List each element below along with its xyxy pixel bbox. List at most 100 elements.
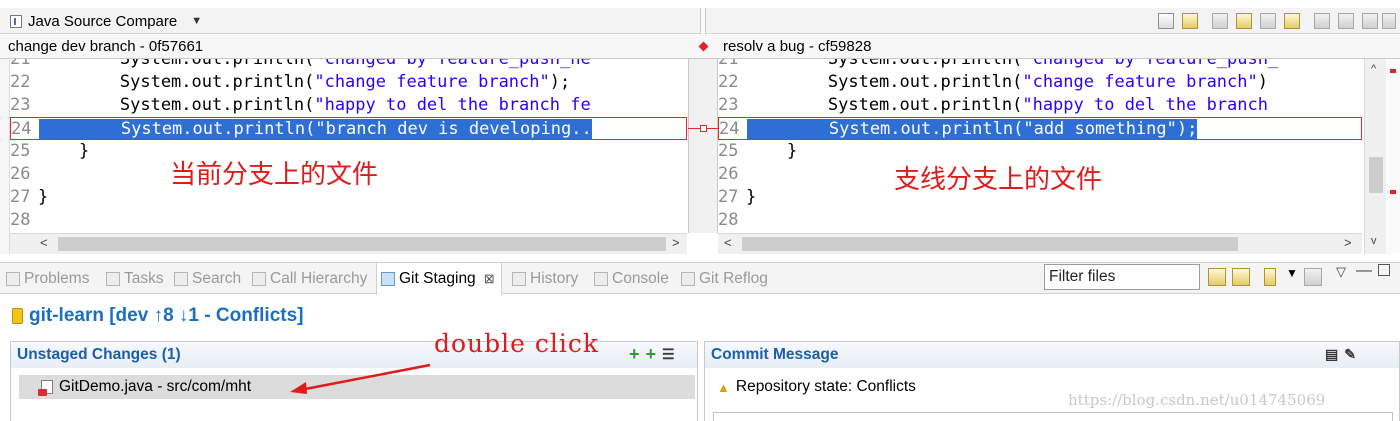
right-code-pane[interactable]: 21 System.out.println("changed by featur… — [718, 59, 1362, 233]
tab-label: Search — [192, 270, 242, 287]
string-literal: "happy to del the branch — [1022, 95, 1268, 115]
conflict-code-line[interactable]: 24 System.out.println("add something"); — [718, 117, 1362, 140]
commit-message-input[interactable] — [713, 412, 1393, 421]
tab-label: History — [530, 270, 579, 287]
conflict-indicator — [688, 35, 718, 59]
show-structure-icon[interactable] — [1158, 13, 1174, 29]
string-literal: "change feature branch" — [1022, 72, 1258, 92]
diff-connector-box[interactable] — [700, 125, 707, 132]
vertical-scroll-thumb[interactable] — [1369, 157, 1383, 193]
left-pane-header: change dev branch - 0f57661 — [0, 35, 688, 59]
commit-message-header: Commit Message ▤ ✎ — [705, 342, 1399, 368]
string-literal: "changed by feature_push_he — [314, 59, 591, 69]
code-line[interactable]: 28 — [10, 209, 687, 232]
copy-all-left-to-right-icon[interactable] — [1212, 13, 1228, 29]
sort-list-icon[interactable]: ☰ — [662, 346, 675, 363]
repository-state-label: Repository state: Conflicts — [735, 378, 916, 395]
commit-message-title: Commit Message — [711, 346, 839, 363]
previous-difference-icon[interactable] — [1338, 13, 1354, 29]
scroll-left-arrow-icon[interactable]: < — [724, 235, 732, 250]
code-line[interactable]: 23 System.out.println("happy to del the … — [718, 94, 1362, 117]
line-number: 23 — [718, 95, 739, 115]
tab-label: Console — [612, 270, 669, 287]
next-difference-icon[interactable] — [1314, 13, 1330, 29]
next-change-icon[interactable] — [1362, 13, 1378, 29]
code-text: System.out.println("change feature branc… — [746, 72, 1268, 92]
scroll-left-arrow-icon[interactable]: < — [40, 235, 48, 250]
diff-overview-ruler[interactable] — [1386, 59, 1400, 254]
code-text: System.out.println("happy to del the bra… — [38, 95, 591, 115]
overview-conflict-mark[interactable] — [1390, 69, 1396, 73]
chevron-down-icon[interactable]: ▼ — [191, 15, 202, 27]
tab-problems[interactable]: Problems — [6, 263, 89, 295]
code-line[interactable]: 22 System.out.println("change feature br… — [10, 71, 687, 94]
copy-all-right-to-left-icon[interactable] — [1260, 13, 1276, 29]
code-line[interactable]: 21 System.out.println("changed by featur… — [718, 59, 1362, 71]
search-icon — [174, 272, 188, 286]
add-selected-icon[interactable]: + — [629, 345, 640, 363]
compare-editor-title: Java Source Compare — [28, 12, 178, 30]
code-text: } — [746, 141, 798, 161]
link-selection-icon[interactable] — [1232, 268, 1250, 286]
left-code-pane[interactable]: 21 System.out.println("changed by featur… — [10, 59, 687, 233]
string-literal: "change feature branch" — [314, 72, 550, 92]
copy-right-to-left-icon[interactable] — [1284, 13, 1300, 29]
previous-change-icon[interactable] — [1382, 13, 1396, 29]
problems-icon — [6, 272, 20, 286]
scroll-down-arrow-icon[interactable]: v — [1371, 235, 1377, 247]
right-pane-header: resolv a bug - cf59828 — [718, 35, 1400, 59]
tab-git-reflog[interactable]: Git Reflog — [681, 263, 768, 295]
right-horizontal-scrollbar[interactable]: < > — [718, 233, 1362, 254]
line-number: 23 — [10, 95, 31, 115]
conflict-code-line[interactable]: 24 System.out.println("branch dev is dev… — [10, 117, 687, 140]
scroll-up-arrow-icon[interactable]: ^ — [1371, 63, 1376, 75]
code-line[interactable]: 21 System.out.println("changed by featur… — [10, 59, 687, 71]
git-staging-icon — [381, 272, 395, 286]
code-text: System.out.println("changed by feature_p… — [746, 59, 1278, 69]
compare-editor-tab[interactable]: Java Source Compare ▼ — [0, 8, 700, 34]
code-line[interactable]: 28 — [718, 209, 1362, 232]
minimize-icon[interactable]: — — [1356, 262, 1372, 280]
left-horizontal-scrollbar[interactable]: < > — [10, 233, 687, 254]
code-line[interactable]: 22 System.out.println("change feature br… — [718, 71, 1362, 94]
repository-icon[interactable] — [1264, 268, 1276, 286]
tab-git-staging[interactable]: Git Staging ⊠ — [376, 263, 502, 295]
signoff-icon[interactable]: ✎ — [1344, 346, 1356, 363]
string-literal: "add something" — [1023, 119, 1177, 139]
line-number: 28 — [718, 210, 739, 230]
maximize-icon[interactable] — [1378, 264, 1390, 276]
view-menu-icon[interactable]: ▽ — [1336, 264, 1346, 280]
add-all-icon[interactable]: + — [646, 345, 657, 363]
repository-state: ▲ Repository state: Conflicts — [717, 378, 916, 396]
refresh-icon[interactable] — [1208, 268, 1226, 286]
close-icon[interactable]: ⊠ — [484, 271, 495, 287]
right-scroll-thumb[interactable] — [742, 237, 1238, 251]
left-scroll-thumb[interactable] — [58, 237, 666, 251]
string-literal: "happy to del the branch fe — [314, 95, 591, 115]
toggle-ancestor-icon[interactable] — [1182, 13, 1198, 29]
amend-icon[interactable]: ▤ — [1325, 346, 1338, 363]
dropdown-arrow-icon[interactable]: ▼ — [1286, 266, 1298, 280]
line-number: 27 — [10, 187, 31, 207]
tab-search[interactable]: Search — [174, 263, 241, 295]
warning-icon: ▲ — [717, 379, 730, 395]
string-literal: "changed by feature_push_ — [1022, 59, 1279, 69]
vertical-scrollbar[interactable]: ^ v — [1364, 59, 1386, 254]
code-line[interactable]: 23 System.out.println("happy to del the … — [10, 94, 687, 117]
scroll-right-arrow-icon[interactable]: > — [672, 235, 680, 250]
tab-call-hierarchy[interactable]: Call Hierarchy — [252, 263, 367, 295]
tab-console[interactable]: Console — [594, 263, 669, 295]
code-text: System.out.println("branch dev is develo… — [39, 119, 592, 139]
tasks-icon — [106, 272, 120, 286]
overview-conflict-mark[interactable] — [1390, 190, 1396, 194]
layout-toggle-icon[interactable] — [1304, 268, 1322, 286]
console-icon — [594, 272, 608, 286]
tab-history[interactable]: History — [512, 263, 578, 295]
code-text: System.out.println("change feature branc… — [38, 72, 571, 92]
tab-tasks[interactable]: Tasks — [106, 263, 164, 295]
scroll-right-arrow-icon[interactable]: > — [1344, 235, 1352, 250]
copy-left-to-right-icon[interactable] — [1236, 13, 1252, 29]
line-number: 26 — [10, 164, 31, 184]
filter-files-input[interactable] — [1044, 264, 1200, 290]
annotation-double-click: double click — [434, 329, 600, 358]
